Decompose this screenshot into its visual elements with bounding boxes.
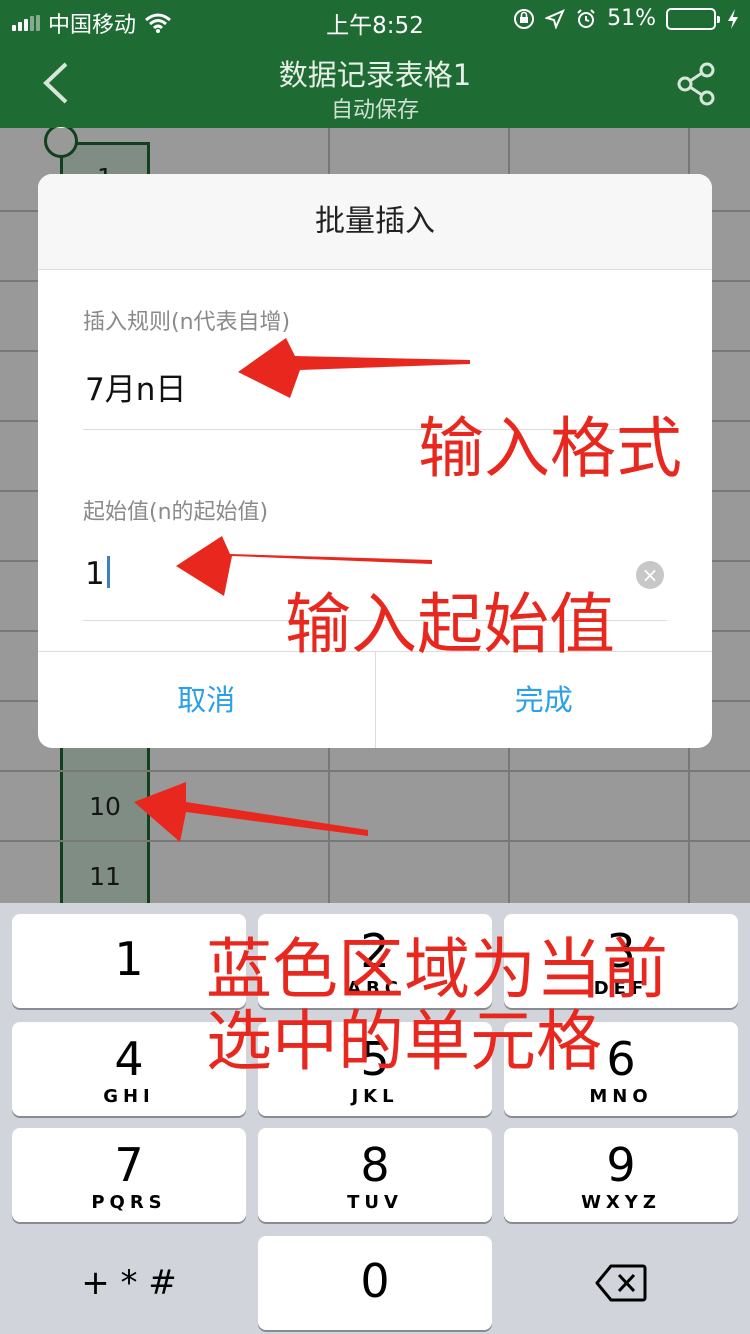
key-9[interactable]: 9 WXYZ (504, 1128, 738, 1222)
app-header: 中国移动 上午8:52 51% 数据记录表格1 自动保存 (0, 0, 750, 128)
key-delete[interactable] (504, 1236, 738, 1330)
dialog-actions: 取消 完成 (38, 651, 712, 748)
charging-bolt-icon (728, 8, 738, 29)
done-button[interactable]: 完成 (376, 652, 713, 748)
annotation-format: 输入格式 (418, 410, 682, 487)
cancel-button[interactable]: 取消 (38, 652, 376, 748)
start-input-value: 1 (85, 556, 105, 592)
start-label: 起始值(n的起始值) (83, 500, 269, 525)
key-7[interactable]: 7 PQRS (12, 1128, 246, 1222)
battery-percent: 51% (607, 6, 656, 31)
autosave-status: 自动保存 (330, 98, 419, 123)
status-bar: 中国移动 上午8:52 51% (0, 0, 750, 40)
battery-icon (666, 7, 720, 30)
alarm-icon (577, 8, 595, 28)
orientation-lock-icon (514, 8, 535, 29)
share-button[interactable] (676, 62, 716, 106)
text-caret (106, 556, 110, 588)
page-title: 数据记录表格1 (278, 58, 472, 92)
key-8[interactable]: 8 TUV (258, 1128, 492, 1222)
annotation-selection-line2: 选中的单元格 (206, 1003, 602, 1080)
status-right: 51% (513, 6, 740, 31)
rule-input[interactable]: 7月n日 (85, 364, 186, 409)
dialog-title: 批量插入 (38, 174, 712, 270)
key-symbols[interactable]: + * # (12, 1236, 246, 1330)
start-input[interactable]: 1 (85, 556, 110, 592)
clear-icon[interactable]: × (636, 561, 664, 589)
annotation-selection-line1: 蓝色区域为当前 (206, 931, 668, 1008)
location-icon (545, 8, 566, 29)
key-0[interactable]: 0 (258, 1236, 492, 1330)
annotation-start-value: 输入起始值 (285, 586, 615, 663)
rule-label: 插入规则(n代表自增) (83, 310, 291, 335)
backspace-icon (595, 1264, 647, 1302)
